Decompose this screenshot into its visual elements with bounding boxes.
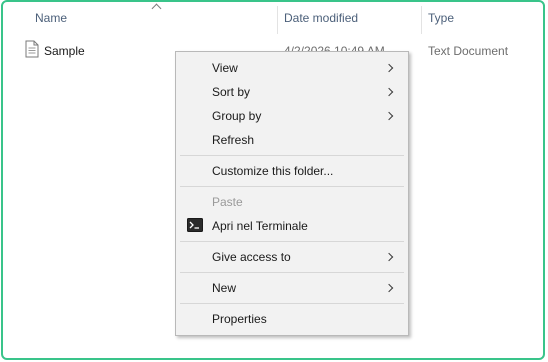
menu-item-label: Sort by	[212, 85, 251, 99]
file-type: Text Document	[428, 44, 509, 58]
menu-item-label: New	[212, 281, 237, 295]
menu-separator	[180, 303, 404, 304]
text-file-icon	[25, 40, 39, 58]
menu-item-label: Paste	[212, 195, 243, 209]
menu-separator	[180, 155, 404, 156]
chevron-right-icon	[384, 63, 394, 73]
chevron-right-icon	[384, 283, 394, 293]
chevron-right-icon	[384, 87, 394, 97]
menu-item-label: Apri nel Terminale	[212, 219, 308, 233]
menu-item-give-access[interactable]: Give access to	[176, 246, 408, 268]
column-header-name[interactable]: Name	[35, 11, 67, 25]
column-divider[interactable]	[277, 6, 278, 34]
menu-item-refresh[interactable]: Refresh	[176, 129, 408, 151]
menu-item-customize-folder[interactable]: Customize this folder...	[176, 160, 408, 182]
menu-item-new[interactable]: New	[176, 277, 408, 299]
context-menu: View Sort by Group by Refresh Customize …	[175, 51, 409, 336]
menu-item-label: Group by	[212, 109, 262, 123]
menu-separator	[180, 272, 404, 273]
chevron-right-icon	[384, 111, 394, 121]
menu-item-label: Customize this folder...	[212, 164, 334, 178]
menu-item-view[interactable]: View	[176, 57, 408, 79]
chevron-right-icon	[384, 252, 394, 262]
menu-separator	[180, 241, 404, 242]
menu-item-label: Refresh	[212, 133, 255, 147]
menu-item-label: Properties	[212, 312, 267, 326]
menu-item-sort-by[interactable]: Sort by	[176, 81, 408, 103]
menu-item-label: View	[212, 61, 238, 75]
menu-item-label: Give access to	[212, 250, 291, 264]
menu-item-group-by[interactable]: Group by	[176, 105, 408, 127]
column-header-date-modified[interactable]: Date modified	[284, 11, 358, 25]
terminal-icon	[187, 218, 203, 232]
menu-item-open-terminal[interactable]: Apri nel Terminale	[176, 215, 408, 237]
column-header: Name Date modified Type	[3, 2, 543, 38]
column-header-type[interactable]: Type	[428, 11, 454, 25]
menu-separator	[180, 186, 404, 187]
menu-item-properties[interactable]: Properties	[176, 308, 408, 330]
menu-item-paste: Paste	[176, 191, 408, 213]
column-divider[interactable]	[421, 6, 422, 34]
file-name: Sample	[44, 44, 85, 58]
sort-ascending-icon	[151, 3, 162, 14]
